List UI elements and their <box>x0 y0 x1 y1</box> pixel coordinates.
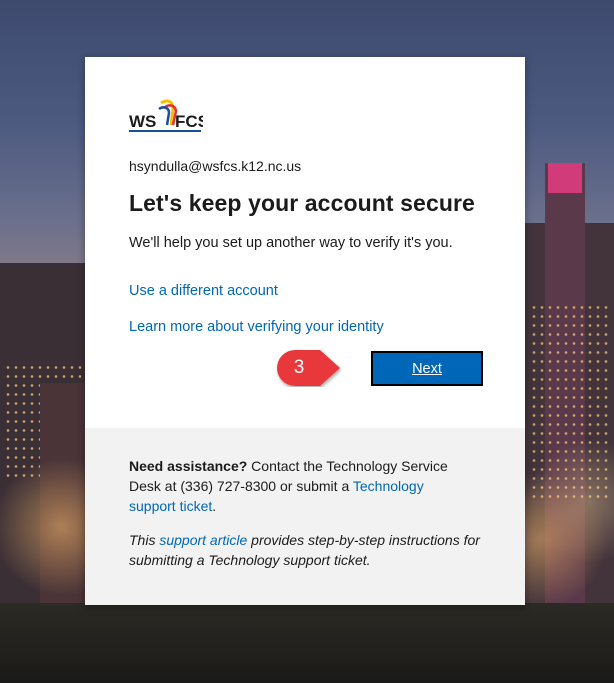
page-description: We'll help you set up another way to ver… <box>129 235 453 251</box>
learn-more-link[interactable]: Learn more about verifying your identity <box>129 319 384 335</box>
card-main-section: WS FCS hsyndulla@wsfcs.k12.nc.us Let's k… <box>85 57 525 428</box>
assistance-heading: Need assistance? <box>129 458 248 474</box>
ground <box>0 603 614 683</box>
logo-text-ws: WS <box>129 112 156 131</box>
account-email: hsyndulla@wsfcs.k12.nc.us <box>129 158 302 174</box>
logo-text-fcs: FCS <box>175 112 203 131</box>
next-button[interactable]: Next <box>371 351 483 386</box>
help-section: Need assistance? Contact the Technology … <box>85 428 525 605</box>
sign-in-card: WS FCS hsyndulla@wsfcs.k12.nc.us Let's k… <box>85 57 525 605</box>
step-number: 3 <box>293 357 305 378</box>
use-different-account-link[interactable]: Use a different account <box>129 283 278 299</box>
step-3-annotation: 3 <box>276 349 342 387</box>
support-article-note: This support article provides step-by-st… <box>129 530 481 570</box>
note-prefix: This <box>129 532 160 548</box>
assistance-text: Need assistance? Contact the Technology … <box>129 456 469 516</box>
page-title: Let's keep your account secure <box>129 190 475 216</box>
tower-top-light <box>548 163 582 193</box>
assistance-end: . <box>212 498 217 514</box>
wsfcs-logo: WS FCS <box>129 97 209 135</box>
support-article-link[interactable]: support article <box>159 532 247 548</box>
